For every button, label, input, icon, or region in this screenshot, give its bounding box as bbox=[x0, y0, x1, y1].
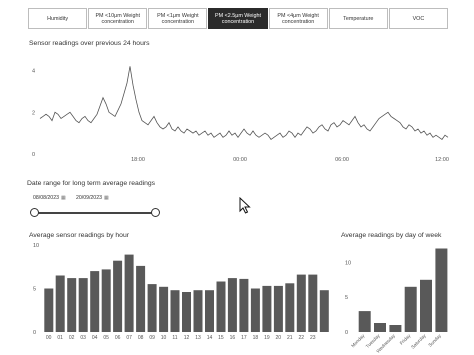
bar bbox=[159, 286, 169, 332]
tab-3[interactable]: PM <2.5μm Weight concentration bbox=[208, 8, 268, 29]
tab-0[interactable]: Humidity bbox=[28, 8, 88, 29]
bar bbox=[170, 290, 180, 332]
x-tick-label: 20 bbox=[276, 335, 282, 341]
x-tick-label: 09 bbox=[149, 335, 155, 341]
x-tick-label: Friday bbox=[399, 333, 412, 346]
x-tick-label: 22 bbox=[299, 335, 305, 341]
end-date-value: 20/09/2023 bbox=[76, 195, 102, 201]
bar bbox=[67, 278, 77, 332]
x-tick-label: 15 bbox=[218, 335, 224, 341]
bar bbox=[319, 290, 329, 332]
x-tick-label: 16 bbox=[230, 335, 236, 341]
end-date-field[interactable]: 20/09/2023 ▦ bbox=[76, 195, 109, 201]
line-chart: 0 2 4 18:00 00:00 06:00 12:00 bbox=[32, 66, 449, 163]
x-tick-label: 02 bbox=[69, 335, 75, 341]
x-tick-label: 17 bbox=[241, 335, 247, 341]
line-chart-title: Sensor readings over previous 24 hours bbox=[29, 40, 150, 47]
x-tick-label: 06 bbox=[115, 335, 121, 341]
hour-chart: 00 01 02 03 04 05 06 07 08 09 10 11 12 13 14 15 16 17 18 19… bbox=[33, 243, 329, 341]
x-tick-label: 14 bbox=[207, 335, 213, 341]
y-tick-label: 4 bbox=[32, 69, 35, 75]
bar bbox=[435, 248, 448, 332]
bar bbox=[389, 325, 402, 332]
bar bbox=[308, 274, 318, 332]
calendar-icon[interactable]: ▦ bbox=[61, 195, 66, 201]
arrow-cursor-icon bbox=[239, 197, 251, 214]
x-tick-label: 13 bbox=[195, 335, 201, 341]
bar bbox=[420, 279, 432, 332]
bar bbox=[358, 311, 371, 332]
x-tick-label: 08 bbox=[138, 335, 144, 341]
y-tick-label: 0 bbox=[32, 152, 35, 158]
x-tick-label: 18 bbox=[253, 335, 259, 341]
date-range-end-handle[interactable] bbox=[151, 208, 160, 217]
bar bbox=[182, 292, 191, 332]
bar bbox=[136, 265, 146, 332]
y-tick-label: 5 bbox=[345, 295, 348, 301]
x-tick-label: 04 bbox=[92, 335, 98, 341]
bar bbox=[296, 274, 306, 332]
x-tick-label: Sunday bbox=[427, 333, 442, 348]
bar bbox=[113, 260, 123, 332]
y-tick-label: 2 bbox=[32, 110, 35, 116]
metric-tab-bar: Humidity PM <10μm Weight concentration PM … bbox=[28, 8, 448, 29]
x-tick-label: 03 bbox=[80, 335, 86, 341]
bar bbox=[124, 254, 134, 332]
bar bbox=[285, 283, 295, 332]
bar bbox=[250, 288, 260, 332]
x-tick-label: 10 bbox=[161, 335, 167, 341]
calendar-icon[interactable]: ▦ bbox=[104, 195, 109, 201]
bar bbox=[374, 323, 386, 332]
tab-5[interactable]: Temperature bbox=[328, 8, 388, 29]
x-tick-label: 12:00 bbox=[435, 157, 449, 163]
y-tick-label: 5 bbox=[33, 287, 36, 293]
x-tick-label: 21 bbox=[287, 335, 293, 341]
date-range-title: Date range for long term average reading… bbox=[27, 180, 156, 187]
x-tick-label: 00 bbox=[46, 335, 52, 341]
y-tick-label: 10 bbox=[345, 260, 351, 266]
date-range-start-handle[interactable] bbox=[30, 208, 39, 217]
bar bbox=[78, 278, 88, 332]
x-tick-label: Saturday bbox=[410, 333, 427, 350]
tab-6[interactable]: VOC bbox=[388, 8, 448, 29]
x-tick-label: 06:00 bbox=[335, 157, 349, 163]
date-range-slider-track[interactable] bbox=[35, 211, 156, 214]
bar bbox=[227, 278, 237, 332]
bar bbox=[44, 288, 54, 332]
week-chart: Monday TuesdayWednesday FridaySaturday Sund… bbox=[345, 248, 448, 354]
bar bbox=[404, 286, 417, 332]
x-tick-label: 00:00 bbox=[233, 157, 247, 163]
x-tick-label: 05 bbox=[103, 335, 109, 341]
x-tick-label: 11 bbox=[172, 335, 177, 341]
x-tick-label: 07 bbox=[126, 335, 132, 341]
x-tick-label: 19 bbox=[264, 335, 270, 341]
bar bbox=[147, 284, 157, 332]
bar bbox=[205, 290, 214, 332]
x-tick-label: 12 bbox=[184, 335, 190, 341]
y-tick-label: 10 bbox=[33, 243, 39, 249]
y-tick-label: 0 bbox=[345, 330, 348, 336]
tab-2[interactable]: PM <1μm Weight concentration bbox=[148, 8, 208, 29]
hour-chart-title: Average sensor readings by hour bbox=[29, 232, 130, 239]
bar bbox=[239, 278, 249, 332]
x-tick-label: 01 bbox=[57, 335, 63, 341]
bar bbox=[262, 285, 272, 332]
bar bbox=[101, 269, 111, 332]
x-tick-label: 18:00 bbox=[131, 157, 145, 163]
x-tick-label: 23 bbox=[310, 335, 316, 341]
x-tick-label: Monday bbox=[350, 333, 366, 349]
bar bbox=[55, 275, 65, 332]
bar bbox=[273, 285, 283, 332]
week-chart-title: Average readings by day of week bbox=[341, 232, 442, 239]
bar bbox=[193, 290, 203, 332]
y-tick-label: 0 bbox=[33, 330, 36, 336]
series-line bbox=[39, 66, 449, 140]
bar bbox=[216, 281, 226, 332]
tab-1[interactable]: PM <10μm Weight concentration bbox=[88, 8, 148, 29]
start-date-field[interactable]: 08/08/2023 ▦ bbox=[33, 195, 66, 201]
bar bbox=[90, 271, 100, 332]
tab-4[interactable]: PM <4μm Weight concentration bbox=[268, 8, 328, 29]
start-date-value: 08/08/2023 bbox=[33, 195, 59, 201]
